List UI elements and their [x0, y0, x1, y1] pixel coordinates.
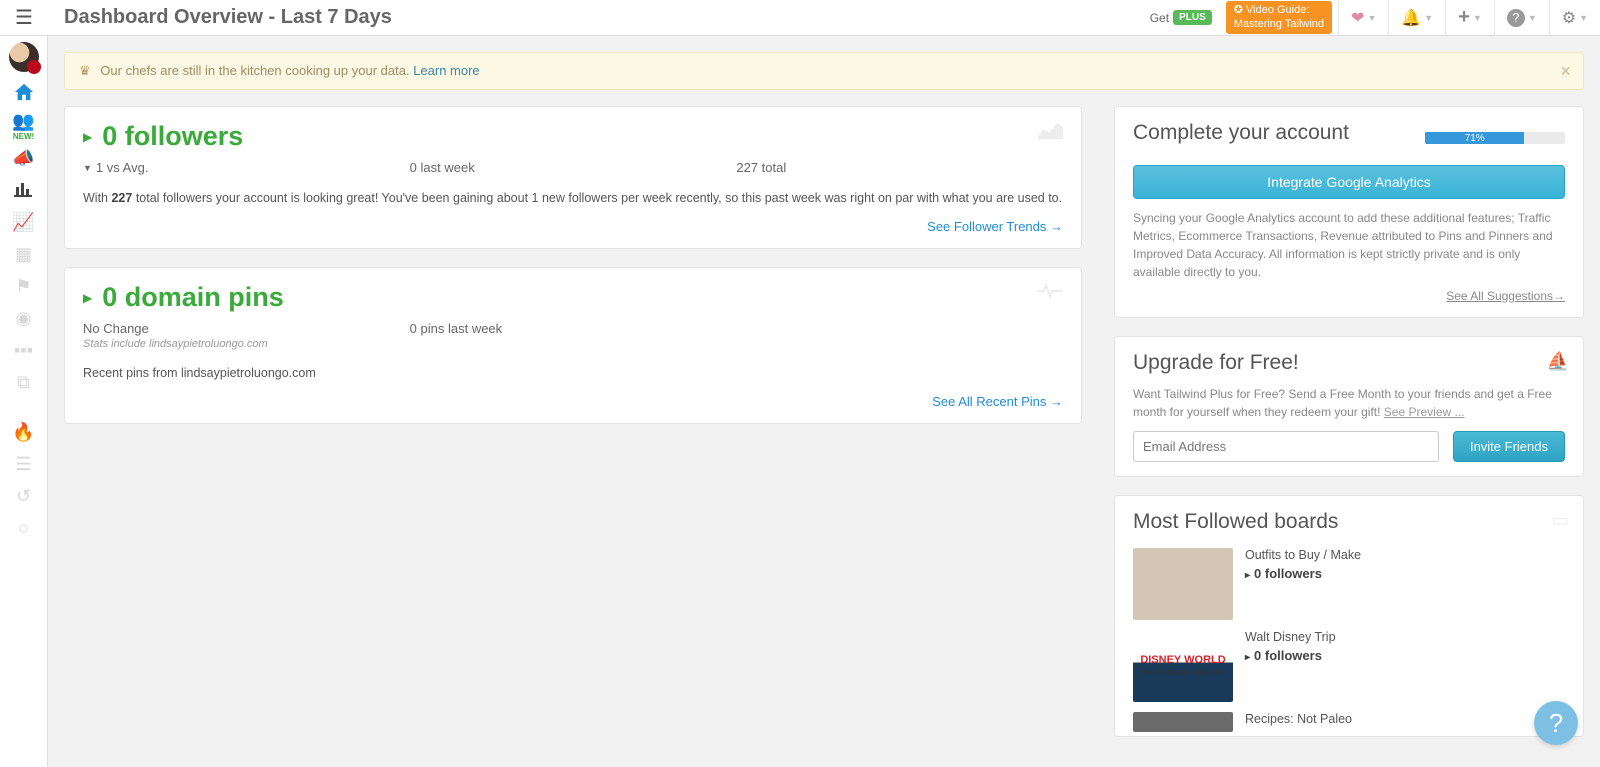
avatar[interactable] [9, 42, 39, 72]
see-preview-link[interactable]: See Preview ... [1384, 405, 1465, 419]
ship-icon: ⛵ [1547, 351, 1569, 372]
upgrade-heading: Upgrade for Free! [1133, 351, 1565, 375]
sidebar-grid[interactable]: ▦ [0, 238, 47, 270]
sidebar-apps[interactable]: ▪▪▪ [0, 334, 47, 366]
history-icon: ↺ [16, 486, 31, 507]
boards-card: ▭ Most Followed boards Outfits to Buy / … [1114, 495, 1584, 737]
hamburger-menu[interactable]: ☰ [0, 5, 48, 30]
sidebar-list[interactable]: ☰ [0, 448, 47, 480]
upgrade-card: ⛵ Upgrade for Free! Want Tailwind Plus f… [1114, 336, 1584, 477]
stack-icon: ⧉ [17, 372, 30, 393]
complete-account-card: Complete your account 71% Integrate Goog… [1114, 106, 1584, 318]
domain-pins-card: ▶ 0 domain pins No Change 0 pins last we… [64, 267, 1082, 424]
board-item[interactable]: DISNEY WORLDYOU'D NEVER THINK OF! Walt D… [1133, 630, 1565, 702]
progress-fill: 71% [1425, 132, 1524, 144]
home-icon [13, 82, 35, 107]
area-chart-icon [1037, 121, 1063, 145]
board-thumbnail [1133, 712, 1233, 732]
sidebar-home[interactable] [0, 78, 47, 110]
sidebar-community[interactable]: 👥 NEW! [0, 110, 47, 142]
people-icon: 👥 [12, 111, 34, 132]
down-icon: ▼ [83, 163, 92, 173]
settings-button[interactable]: ⚙▼ [1549, 0, 1600, 35]
email-input[interactable] [1133, 431, 1439, 462]
megaphone-icon: 📣 [12, 148, 34, 169]
add-button[interactable]: +▼ [1445, 0, 1494, 35]
sidebar-flag[interactable]: ⚑ [0, 270, 47, 302]
trend-icon: 📈 [12, 212, 34, 233]
board-thumbnail: DISNEY WORLDYOU'D NEVER THINK OF! [1133, 630, 1233, 702]
sidebar-analytics[interactable] [0, 174, 47, 206]
board-item[interactable]: Recipes: Not Paleo [1133, 712, 1565, 732]
sidebar-fire[interactable]: 🔥 [0, 416, 47, 448]
video-guide-button[interactable]: ✪ Video Guide: Mastering Tailwind [1226, 1, 1332, 33]
favorites-button[interactable]: ❤▼ [1338, 0, 1388, 35]
sidebar-stack[interactable]: ⧉ [0, 366, 47, 398]
see-all-suggestions-link[interactable]: See All Suggestions→ [1133, 289, 1565, 303]
activity-icon [1037, 282, 1063, 305]
expand-icon[interactable]: ▶ [83, 291, 92, 305]
progress-bar: 71% [1425, 132, 1565, 144]
fire-icon: 🔥 [12, 422, 34, 443]
stats-note: Stats include lindsaypietroluongo.com [83, 338, 1063, 350]
followers-title: 0 followers [102, 121, 243, 152]
sidebar-globe[interactable]: ◉ [0, 302, 47, 334]
followers-description: With 227 total followers your account is… [83, 191, 1063, 205]
notice-learn-more-link[interactable]: Learn more [413, 63, 479, 78]
bar-chart-icon [14, 179, 34, 202]
expand-icon[interactable]: ▶ [83, 130, 92, 144]
see-recent-pins-link[interactable]: See All Recent Pins → [83, 394, 1063, 409]
invite-friends-button[interactable]: Invite Friends [1453, 431, 1565, 462]
crown-icon: ♛ [79, 63, 91, 78]
board-thumbnail [1133, 548, 1233, 620]
page-title: Dashboard Overview - Last 7 Days [64, 6, 1142, 29]
board-item[interactable]: Outfits to Buy / Make 0 followers [1133, 548, 1565, 620]
main-content: ♛ Our chefs are still in the kitchen coo… [48, 36, 1600, 767]
apps-icon: ▪▪▪ [14, 340, 33, 361]
help-button[interactable]: ?▼ [1494, 0, 1549, 35]
top-actions: Get PLUS ✪ Video Guide: Mastering Tailwi… [1142, 0, 1600, 35]
sidebar-trends[interactable]: 📈 [0, 206, 47, 238]
globe-icon: ◉ [16, 308, 32, 329]
complete-heading: Complete your account [1133, 121, 1349, 145]
circle-icon: ○ [18, 518, 29, 539]
notifications-button[interactable]: 🔔▼ [1388, 0, 1445, 35]
list-icon: ☰ [15, 454, 31, 475]
sidebar: 👥 NEW! 📣 📈 ▦ ⚑ ◉ ▪▪▪ ⧉ 🔥 ☰ ↺ ○ [0, 36, 48, 767]
boards-icon: ▭ [1552, 510, 1569, 531]
recent-pins-label: Recent pins from lindsaypietroluongo.com [83, 366, 1063, 380]
boards-heading: Most Followed boards [1133, 510, 1565, 534]
flag-icon: ⚑ [15, 276, 31, 297]
sidebar-circle[interactable]: ○ [0, 512, 47, 544]
complete-desc: Syncing your Google Analytics account to… [1133, 209, 1565, 281]
notice-close[interactable]: × [1560, 61, 1571, 82]
get-plus-button[interactable]: Get PLUS [1142, 10, 1220, 25]
notice-text: Our chefs are still in the kitchen cooki… [100, 63, 409, 78]
followers-card: ▶ 0 followers ▼1 vs Avg. 0 last week 227… [64, 106, 1082, 249]
sidebar-megaphone[interactable]: 📣 [0, 142, 47, 174]
upgrade-desc: Want Tailwind Plus for Free? Send a Free… [1133, 385, 1565, 421]
cooking-notice: ♛ Our chefs are still in the kitchen coo… [64, 52, 1584, 90]
grid-icon: ▦ [15, 244, 32, 265]
integrate-ga-button[interactable]: Integrate Google Analytics [1133, 165, 1565, 199]
top-bar: ☰ Dashboard Overview - Last 7 Days Get P… [0, 0, 1600, 36]
new-badge: NEW! [13, 133, 34, 141]
sidebar-history[interactable]: ↺ [0, 480, 47, 512]
see-follower-trends-link[interactable]: See Follower Trends → [83, 219, 1063, 234]
pins-title: 0 domain pins [102, 282, 284, 313]
help-fab[interactable]: ? [1534, 701, 1578, 745]
